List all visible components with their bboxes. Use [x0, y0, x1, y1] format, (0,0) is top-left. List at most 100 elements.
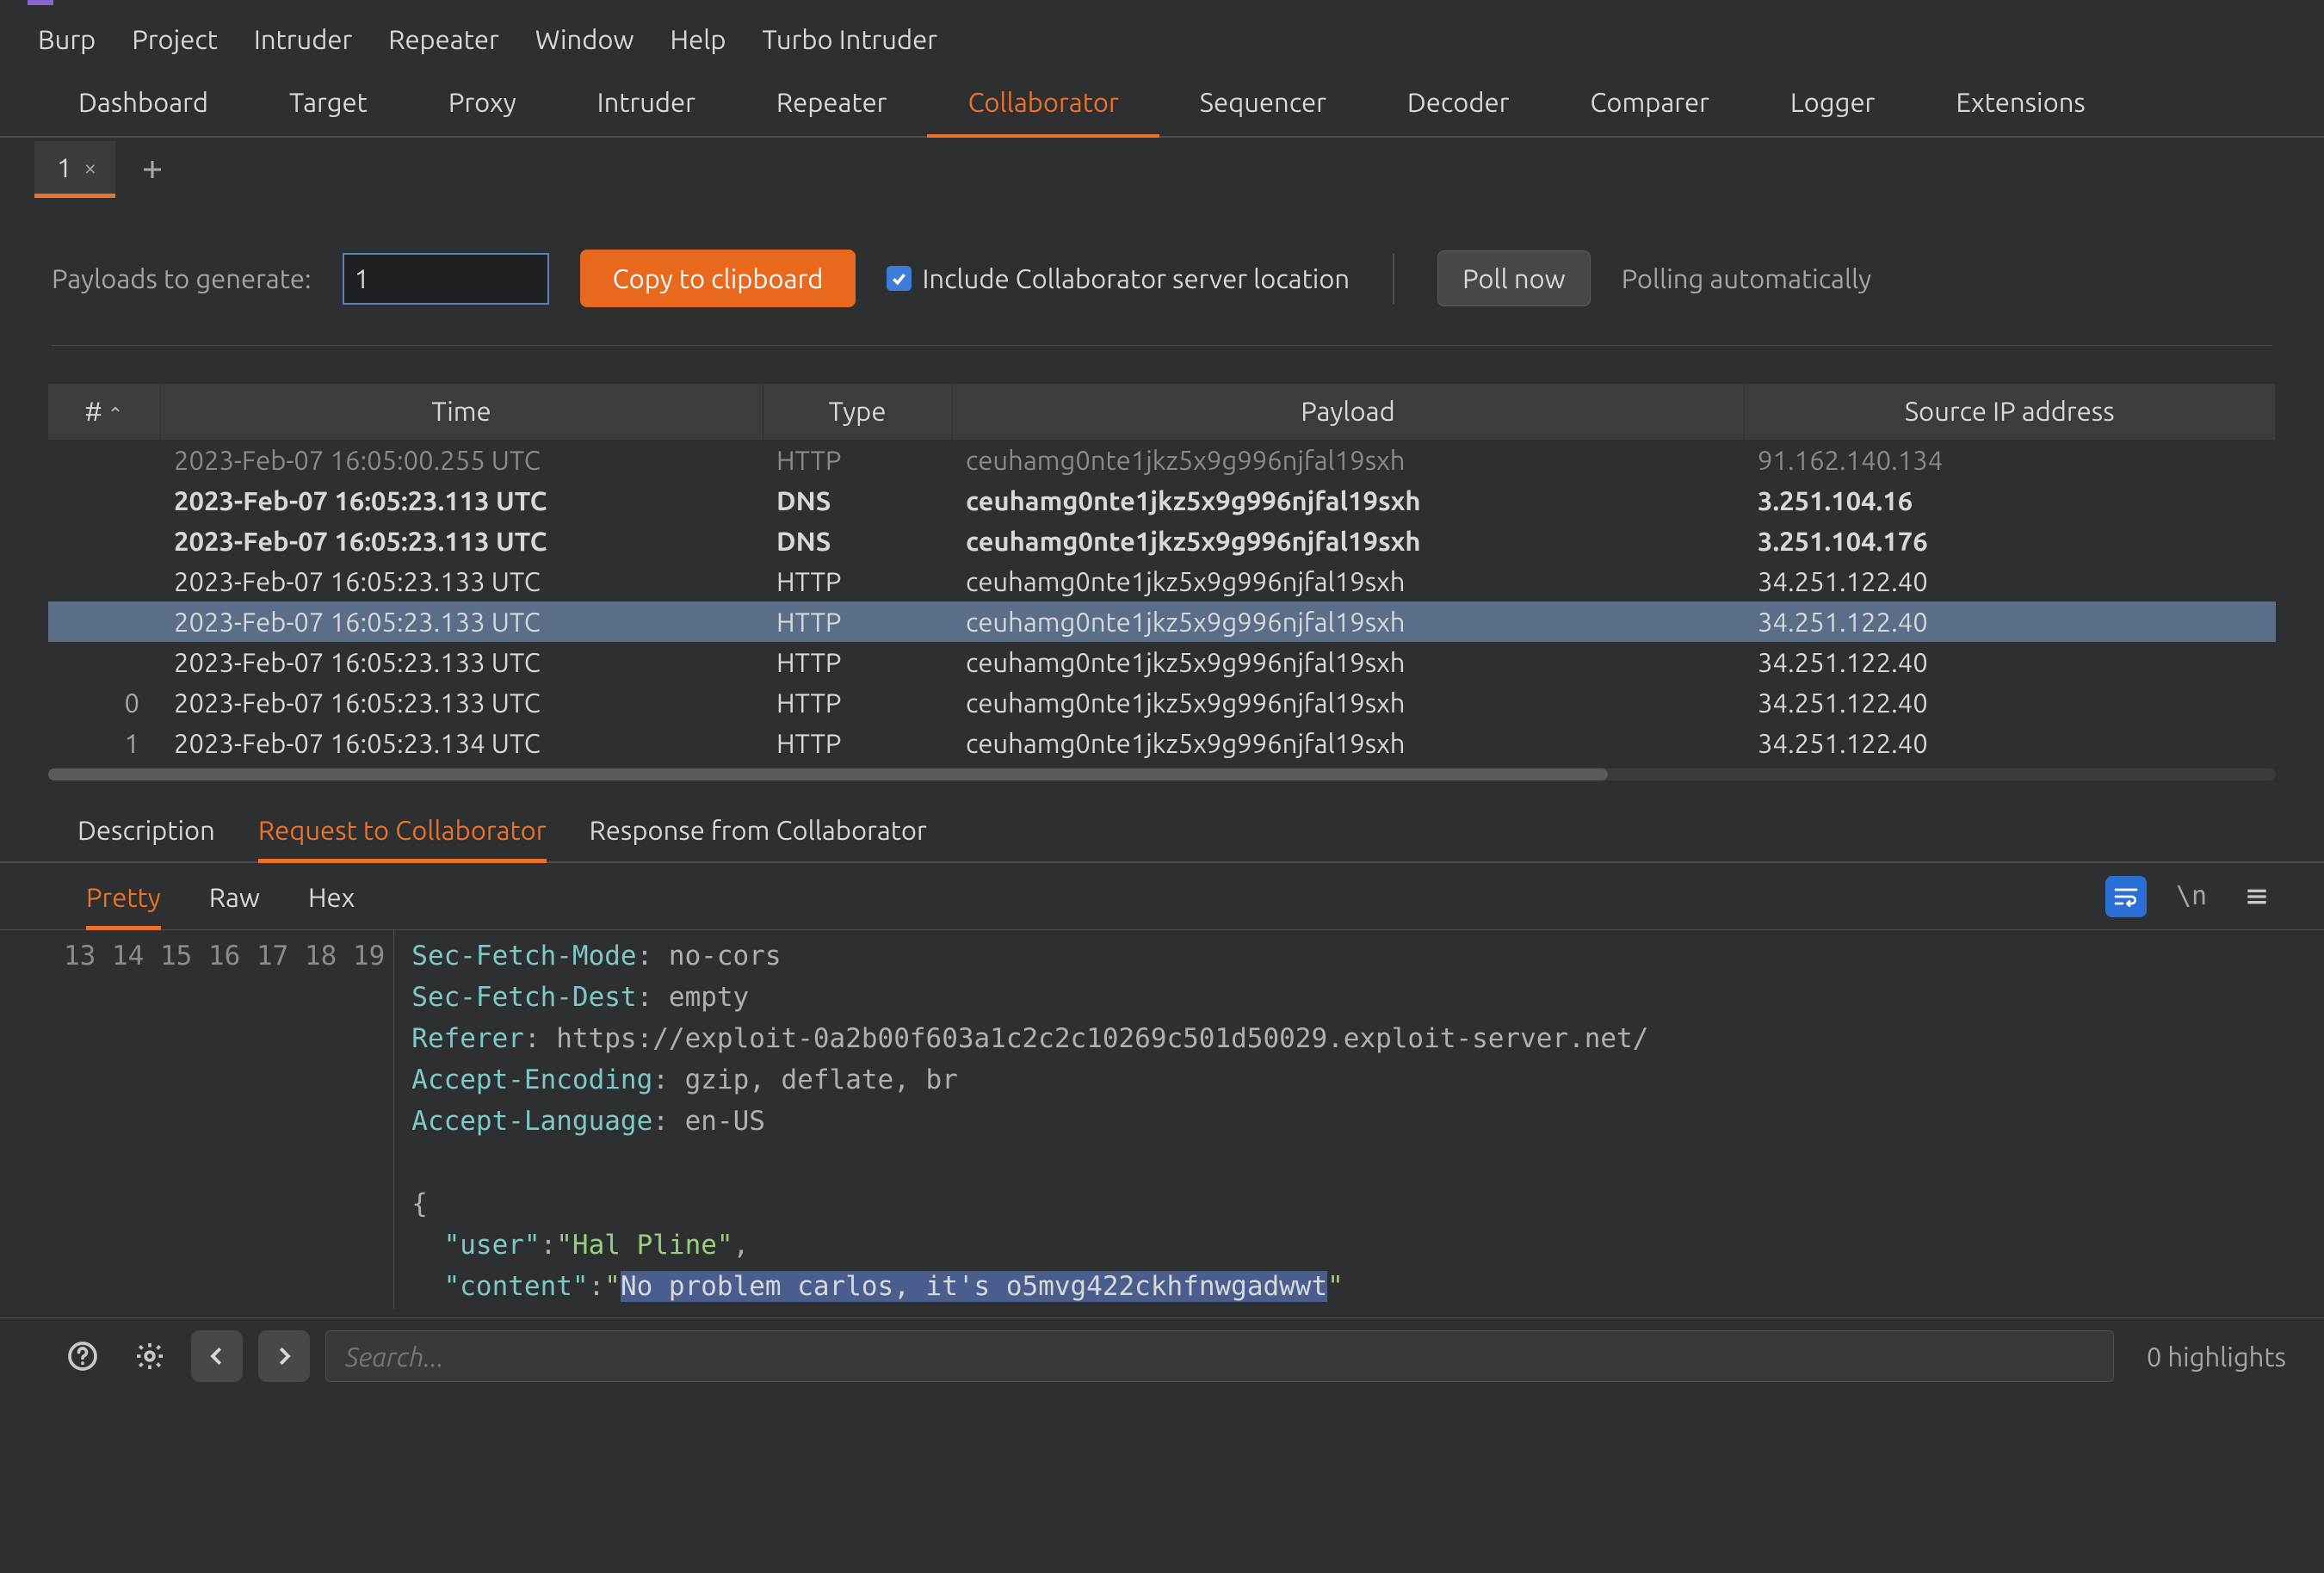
hamburger-icon[interactable] — [2236, 876, 2278, 917]
cell-type: HTTP — [763, 561, 952, 601]
plus-icon — [139, 157, 165, 182]
horizontal-scrollbar[interactable] — [48, 768, 2276, 780]
cell-n: 0 — [48, 682, 160, 723]
session-tab-1[interactable]: 1 × — [34, 141, 115, 198]
polling-status: Polling automatically — [1622, 263, 1871, 293]
cell-payload: ceuhamg0nte1jkz5x9g996njfal19sxh — [952, 561, 1744, 601]
menu-help[interactable]: Help — [671, 24, 726, 54]
copy-to-clipboard-button[interactable]: Copy to clipboard — [580, 250, 856, 307]
tab-dashboard[interactable]: Dashboard — [38, 71, 249, 138]
search-prev-button[interactable] — [191, 1330, 243, 1382]
interactions-table: #⌃ Time Type Payload Source IP address 2… — [48, 384, 2276, 763]
cell-payload: ceuhamg0nte1jkz5x9g996njfal19sxh — [952, 682, 1744, 723]
help-button[interactable] — [57, 1330, 108, 1382]
session-tabs: 1 × — [0, 139, 2324, 200]
view-tabs: Pretty Raw Hex — [43, 863, 398, 929]
menu-repeater[interactable]: Repeater — [388, 24, 499, 54]
cell-n: 1 — [48, 723, 160, 763]
cell-source: 34.251.122.40 — [1744, 642, 2276, 682]
line-number-gutter: 13 14 15 16 17 18 19 — [43, 930, 394, 1309]
cell-type: HTTP — [763, 642, 952, 682]
view-tabs-row: Pretty Raw Hex \n — [0, 863, 2324, 930]
menubar: Burp Project Intruder Repeater Window He… — [0, 9, 2324, 71]
add-tab-button[interactable] — [133, 150, 172, 189]
include-server-label: Include Collaborator server location — [922, 263, 1350, 293]
table-row[interactable]: 2023-Feb-07 16:05:00.255 UTCHTTPceuhamg0… — [48, 440, 2276, 480]
cell-source: 34.251.122.40 — [1744, 561, 2276, 601]
checkbox-checked-icon[interactable] — [887, 266, 912, 291]
tab-proxy[interactable]: Proxy — [408, 71, 557, 138]
cell-n — [48, 601, 160, 642]
view-actions: \n — [2105, 876, 2281, 917]
cell-type: HTTP — [763, 440, 952, 480]
column-time[interactable]: Time — [160, 384, 763, 440]
cell-n — [48, 480, 160, 521]
column-number[interactable]: #⌃ — [48, 384, 160, 440]
table-row[interactable]: 2023-Feb-07 16:05:23.133 UTCHTTPceuhamg0… — [48, 601, 2276, 642]
cell-time: 2023-Feb-07 16:05:23.133 UTC — [160, 601, 763, 642]
include-server-checkbox-row[interactable]: Include Collaborator server location — [887, 263, 1350, 293]
tab-target[interactable]: Target — [249, 71, 408, 138]
table-row[interactable]: 2023-Feb-07 16:05:23.113 UTCDNSceuhamg0n… — [48, 480, 2276, 521]
column-payload[interactable]: Payload — [952, 384, 1744, 440]
cell-n — [48, 440, 160, 480]
cell-n — [48, 521, 160, 561]
sort-asc-icon: ⌃ — [108, 404, 123, 425]
settings-button[interactable] — [124, 1330, 176, 1382]
code-content[interactable]: Sec-Fetch-Mode: no-cors Sec-Fetch-Dest: … — [394, 930, 2281, 1309]
detail-tab-response-from-collaborator[interactable]: Response from Collaborator — [590, 815, 927, 863]
cell-time: 2023-Feb-07 16:05:23.133 UTC — [160, 682, 763, 723]
cell-type: DNS — [763, 480, 952, 521]
tab-sequencer[interactable]: Sequencer — [1159, 71, 1367, 138]
cell-type: HTTP — [763, 682, 952, 723]
session-tab-label: 1 — [57, 152, 71, 182]
menu-window[interactable]: Window — [535, 24, 634, 54]
column-source-ip[interactable]: Source IP address — [1744, 384, 2276, 440]
tab-repeater[interactable]: Repeater — [736, 71, 928, 138]
poll-now-button[interactable]: Poll now — [1437, 250, 1591, 306]
cell-payload: ceuhamg0nte1jkz5x9g996njfal19sxh — [952, 723, 1744, 763]
detail-tab-description[interactable]: Description — [77, 815, 215, 863]
tab-intruder[interactable]: Intruder — [557, 71, 736, 138]
highlights-count: 0 highlights — [2129, 1342, 2286, 1372]
wrap-lines-icon[interactable] — [2105, 876, 2147, 917]
menu-turbo-intruder[interactable]: Turbo Intruder — [763, 24, 937, 54]
table-row[interactable]: 2023-Feb-07 16:05:23.113 UTCDNSceuhamg0n… — [48, 521, 2276, 561]
payloads-count-input[interactable] — [343, 253, 549, 305]
cell-n — [48, 561, 160, 601]
request-editor[interactable]: 13 14 15 16 17 18 19 Sec-Fetch-Mode: no-… — [43, 930, 2281, 1309]
table-row[interactable]: 2023-Feb-07 16:05:23.133 UTCHTTPceuhamg0… — [48, 561, 2276, 601]
newline-chars-icon[interactable]: \n — [2171, 876, 2212, 917]
view-tab-pretty[interactable]: Pretty — [86, 882, 161, 930]
cell-payload: ceuhamg0nte1jkz5x9g996njfal19sxh — [952, 440, 1744, 480]
close-icon[interactable]: × — [83, 155, 96, 180]
menu-project[interactable]: Project — [132, 24, 218, 54]
tab-logger[interactable]: Logger — [1750, 71, 1915, 138]
payloads-label: Payloads to generate: — [52, 263, 312, 293]
detail-tab-request-to-collaborator[interactable]: Request to Collaborator — [258, 815, 547, 863]
tab-comparer[interactable]: Comparer — [1549, 71, 1750, 138]
cell-n — [48, 642, 160, 682]
cell-time: 2023-Feb-07 16:05:23.133 UTC — [160, 642, 763, 682]
cell-time: 2023-Feb-07 16:05:23.133 UTC — [160, 561, 763, 601]
table-row[interactable]: 12023-Feb-07 16:05:23.134 UTCHTTPceuhamg… — [48, 723, 2276, 763]
search-next-button[interactable] — [258, 1330, 310, 1382]
view-tab-hex[interactable]: Hex — [308, 882, 355, 930]
column-type[interactable]: Type — [763, 384, 952, 440]
table-row[interactable]: 2023-Feb-07 16:05:23.133 UTCHTTPceuhamg0… — [48, 642, 2276, 682]
menu-intruder[interactable]: Intruder — [254, 24, 352, 54]
tab-collaborator[interactable]: Collaborator — [927, 71, 1159, 138]
table-row[interactable]: 02023-Feb-07 16:05:23.133 UTCHTTPceuhamg… — [48, 682, 2276, 723]
cell-payload: ceuhamg0nte1jkz5x9g996njfal19sxh — [952, 601, 1744, 642]
scrollbar-thumb[interactable] — [48, 768, 1608, 780]
menu-burp[interactable]: Burp — [38, 24, 96, 54]
collaborator-toolbar: Payloads to generate: Copy to clipboard … — [0, 200, 2324, 345]
divider — [52, 345, 2272, 346]
search-input[interactable] — [325, 1330, 2114, 1382]
view-tab-raw[interactable]: Raw — [209, 882, 260, 930]
cell-source: 91.162.140.134 — [1744, 440, 2276, 480]
editor-bottom-bar: 0 highlights — [0, 1317, 2324, 1397]
tab-decoder[interactable]: Decoder — [1367, 71, 1549, 138]
tab-extensions[interactable]: Extensions — [1915, 71, 2126, 138]
cell-source: 3.251.104.16 — [1744, 480, 2276, 521]
